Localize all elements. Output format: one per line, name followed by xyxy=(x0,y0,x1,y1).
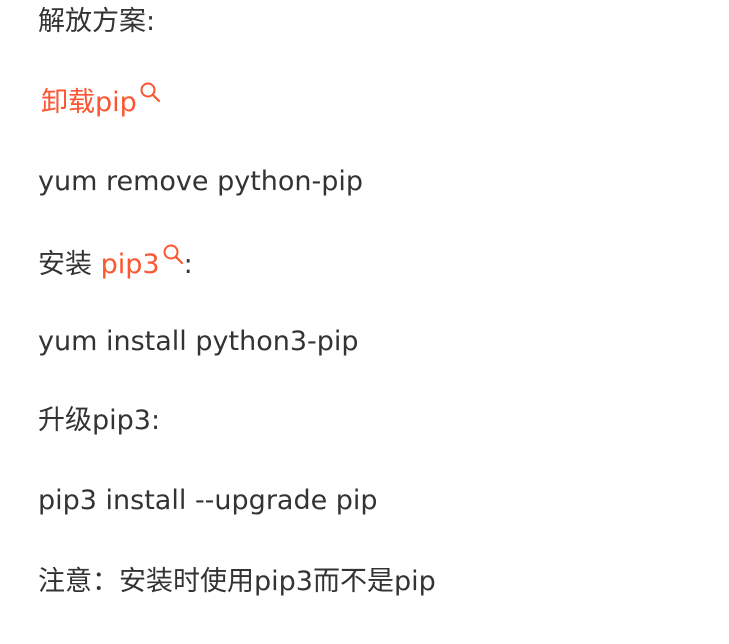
install-prefix: 安装 xyxy=(38,249,101,280)
command-remove: yum remove python-pip xyxy=(38,166,364,197)
install-suffix: : xyxy=(183,249,193,280)
search-icon[interactable] xyxy=(162,243,184,265)
command-upgrade: pip3 install --upgrade pip xyxy=(38,485,378,516)
note-text: 注意：安装时使用pip3而不是pip xyxy=(38,566,436,597)
solution-heading: 解放方案: xyxy=(38,6,156,37)
install-pip3-link[interactable]: pip3 xyxy=(101,249,160,280)
uninstall-pip-link[interactable]: 卸载pip xyxy=(41,87,137,118)
search-icon[interactable] xyxy=(139,81,161,103)
command-install: yum install python3-pip xyxy=(38,326,359,357)
install-pip3-line: 安装 pip3: xyxy=(38,243,193,283)
uninstall-pip-line: 卸载pip xyxy=(41,81,161,121)
upgrade-heading: 升级pip3: xyxy=(38,405,161,436)
